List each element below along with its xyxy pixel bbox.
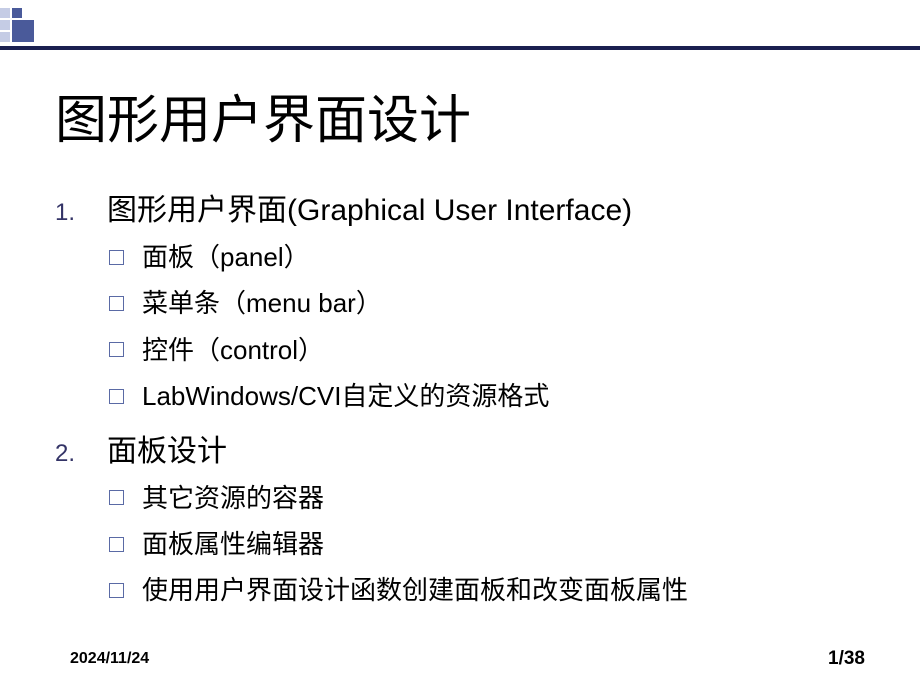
sub-item: 使用用户界面设计函数创建面板和改变面板属性 xyxy=(109,572,875,608)
sub-item-text: 控件（control） xyxy=(142,332,324,368)
checkbox-icon xyxy=(109,389,124,404)
sub-item-text: 菜单条（menu bar） xyxy=(142,285,382,321)
content-area: 1. 图形用户界面(Graphical User Interface) 面板（p… xyxy=(55,188,875,623)
sub-item: 面板属性编辑器 xyxy=(109,526,875,562)
checkbox-icon xyxy=(109,296,124,311)
sub-list: 其它资源的容器 面板属性编辑器 使用用户界面设计函数创建面板和改变面板属性 xyxy=(109,480,875,609)
sub-list: 面板（panel） 菜单条（menu bar） 控件（control） LabW… xyxy=(109,239,875,415)
list-item: 2. 面板设计 xyxy=(55,429,875,474)
item-text: 图形用户界面(Graphical User Interface) xyxy=(107,188,632,233)
page-number: 1/38 xyxy=(828,648,865,670)
sub-item: 菜单条（menu bar） xyxy=(109,285,875,321)
checkbox-icon xyxy=(109,490,124,505)
footer: 2024/11/24 1/38 xyxy=(0,648,920,670)
checkbox-icon xyxy=(109,250,124,265)
checkbox-icon xyxy=(109,537,124,552)
header-decoration xyxy=(0,8,40,46)
sub-item-text: 面板（panel） xyxy=(142,239,310,275)
sub-item: 控件（control） xyxy=(109,332,875,368)
sub-item-text: LabWindows/CVI自定义的资源格式 xyxy=(142,378,549,414)
footer-date: 2024/11/24 xyxy=(70,650,149,668)
item-number: 1. xyxy=(55,199,107,227)
sub-item-text: 面板属性编辑器 xyxy=(142,526,324,562)
header-divider xyxy=(0,46,920,50)
item-text: 面板设计 xyxy=(107,429,227,474)
sub-item: 其它资源的容器 xyxy=(109,480,875,516)
sub-item: LabWindows/CVI自定义的资源格式 xyxy=(109,378,875,414)
list-item: 1. 图形用户界面(Graphical User Interface) xyxy=(55,188,875,233)
slide-title: 图形用户界面设计 xyxy=(55,78,471,153)
sub-item-text: 其它资源的容器 xyxy=(142,480,324,516)
sub-item: 面板（panel） xyxy=(109,239,875,275)
item-number: 2. xyxy=(55,440,107,468)
checkbox-icon xyxy=(109,583,124,598)
sub-item-text: 使用用户界面设计函数创建面板和改变面板属性 xyxy=(142,572,688,608)
checkbox-icon xyxy=(109,342,124,357)
